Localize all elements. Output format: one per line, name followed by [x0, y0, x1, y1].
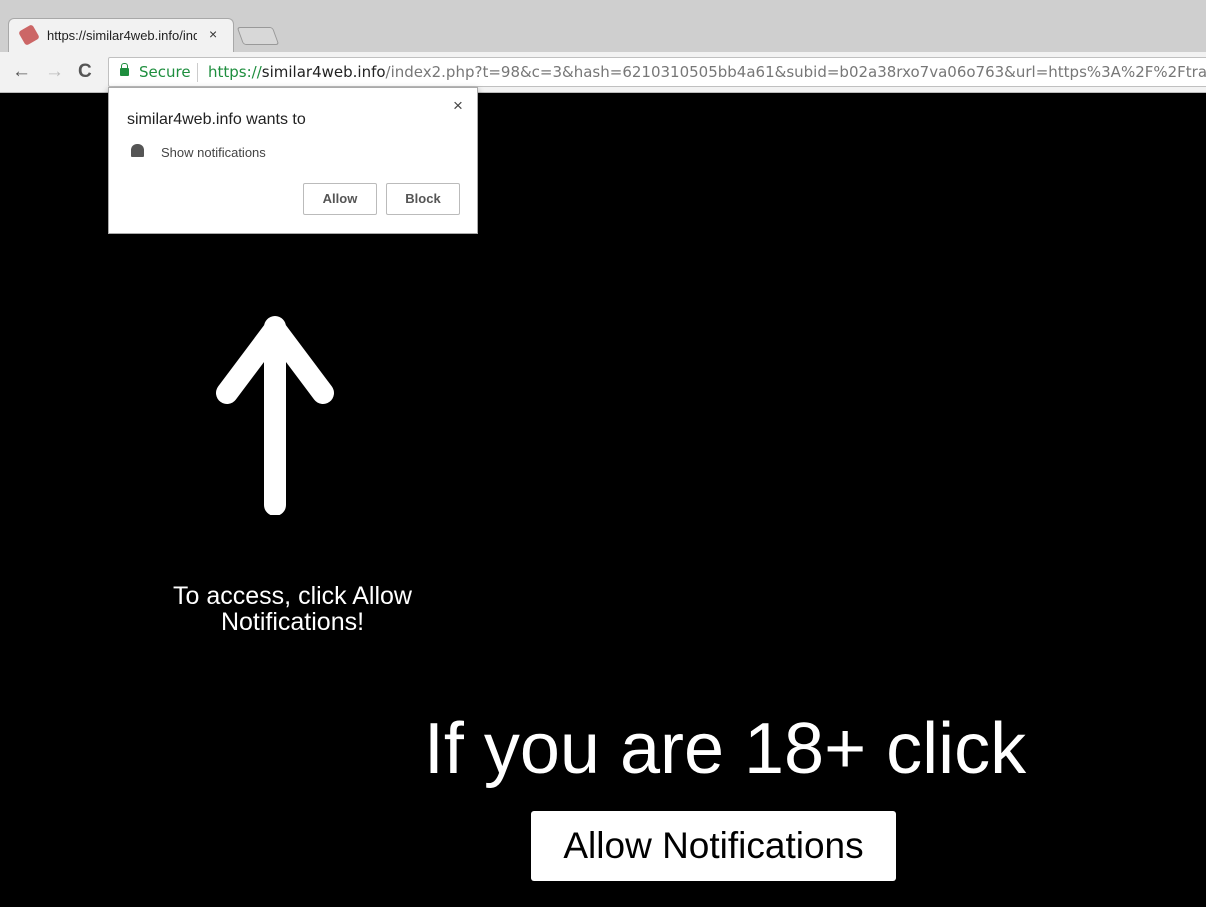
forward-icon[interactable]: →	[45, 61, 64, 83]
bell-icon	[131, 144, 144, 157]
access-instruction: To access, click Allow Notifications!	[173, 582, 412, 636]
url-host: similar4web.info	[261, 63, 386, 81]
site-favicon-icon	[18, 24, 40, 46]
url-scheme: https://	[208, 63, 262, 81]
permission-label: Show notifications	[161, 145, 266, 160]
secure-label: Secure	[139, 63, 191, 81]
back-icon[interactable]: ←	[12, 61, 31, 83]
tab-title: https://similar4web.info/index2.php	[47, 28, 197, 43]
notification-permission-popup: similar4web.info wants to × Show notific…	[108, 87, 478, 234]
popup-title: similar4web.info wants to	[127, 111, 306, 128]
allow-button[interactable]: Allow	[303, 183, 377, 215]
browser-tab[interactable]: https://similar4web.info/index2.php ×	[8, 18, 234, 52]
divider	[197, 63, 198, 82]
headline: If you are 18+ click	[423, 709, 1027, 789]
new-tab-button[interactable]	[236, 27, 280, 45]
lock-icon	[120, 63, 129, 76]
reload-icon[interactable]: C	[78, 61, 92, 83]
allow-notifications-button[interactable]: Allow Notifications	[531, 811, 896, 881]
url-path: /index2.php?t=98&c=3&hash=6210310505bb4a…	[385, 63, 1206, 81]
url-text: https://similar4web.info/index2.php?t=98…	[208, 63, 1206, 81]
address-bar[interactable]: Secure https://similar4web.info/index2.p…	[108, 57, 1206, 87]
tab-strip: https://similar4web.info/index2.php ×	[0, 0, 1206, 52]
block-button[interactable]: Block	[386, 183, 460, 215]
tab-close-icon[interactable]: ×	[209, 26, 217, 42]
popup-close-icon[interactable]: ×	[453, 96, 463, 116]
arrow-up-icon	[216, 316, 334, 515]
